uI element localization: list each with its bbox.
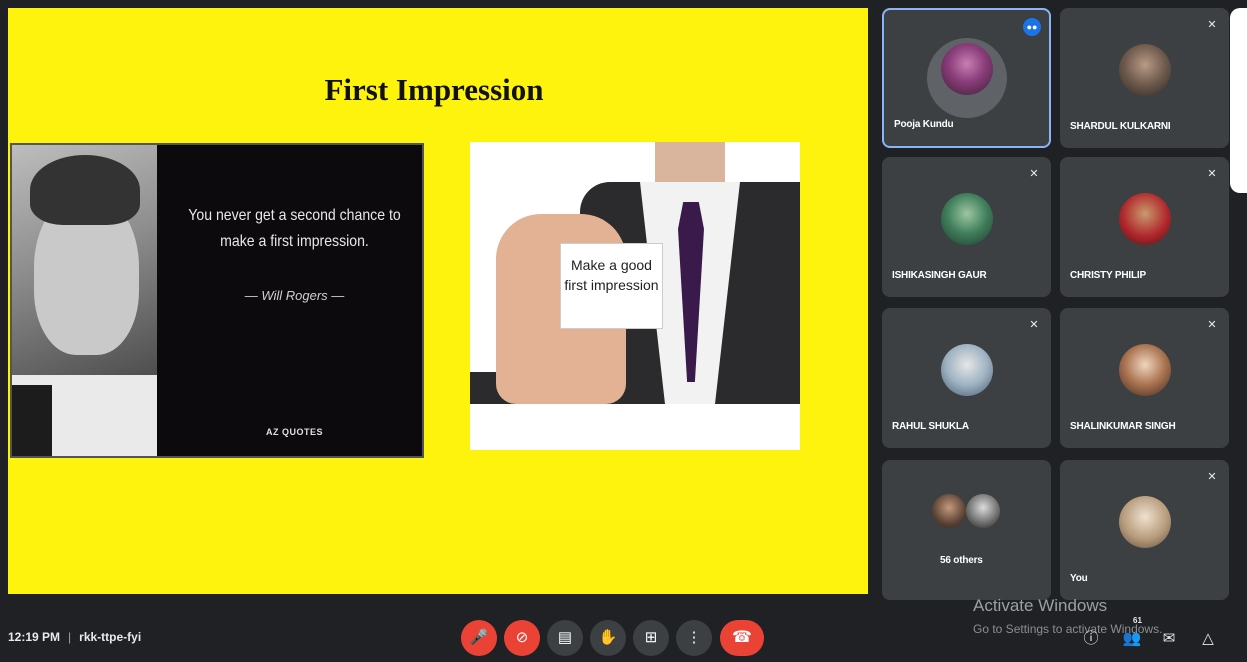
avatar	[966, 494, 1000, 528]
chat-button[interactable]: ✉	[1158, 628, 1180, 650]
avatar	[1118, 495, 1171, 548]
avatar	[1118, 192, 1171, 245]
participant-name: 56 others	[940, 555, 983, 566]
mic-off-icon: 🎤	[469, 629, 489, 646]
mic-off-icon: ✕	[1029, 168, 1039, 180]
activation-watermark-title: Activate Windows	[973, 596, 1108, 615]
meet-window: First Impression You never get a second …	[0, 0, 1247, 662]
participant-tile-others[interactable]: 56 others	[882, 460, 1051, 600]
meeting-code[interactable]: rkk-ttpe-fyi	[79, 630, 141, 644]
business-card-image: Make a good first impression	[470, 142, 800, 450]
people-button[interactable]: 👥	[1121, 628, 1143, 650]
raise-hand-button[interactable]: ✋	[590, 620, 626, 656]
card-text: Make a good first impression	[560, 243, 663, 329]
present-button[interactable]: ⊞	[633, 620, 669, 656]
participant-tile-shalinkumar-singh[interactable]: ✕ SHALINKUMAR SINGH	[1060, 308, 1229, 448]
mic-off-icon: ✕	[1207, 319, 1217, 331]
participant-tile-ishikasingh-gaur[interactable]: ✕ ISHIKASINGH GAUR	[882, 157, 1051, 297]
participant-name: RAHUL SHUKLA	[892, 421, 969, 432]
activities-button[interactable]: △	[1197, 628, 1219, 650]
mic-off-icon: ✕	[1207, 471, 1217, 483]
activities-icon: △	[1202, 630, 1214, 647]
quote-image: You never get a second chance to make a …	[10, 143, 424, 458]
avatar	[940, 343, 993, 396]
more-vert-icon: ⋮	[686, 629, 702, 646]
participant-name: SHALINKUMAR SINGH	[1070, 421, 1176, 432]
captions-button[interactable]: ▤	[547, 620, 583, 656]
avatar	[1118, 343, 1171, 396]
mic-off-icon: ✕	[1207, 19, 1217, 31]
chat-icon: ✉	[1162, 630, 1176, 647]
participant-name: Pooja Kundu	[894, 119, 954, 130]
participant-name: SHARDUL KULKARNI	[1070, 121, 1171, 132]
portrait-photo	[12, 145, 157, 456]
mic-off-icon: ✕	[1029, 319, 1039, 331]
captions-icon: ▤	[557, 629, 573, 646]
avatar	[1118, 43, 1171, 96]
leave-call-button[interactable]: ☎	[720, 620, 764, 656]
participant-tile-you[interactable]: ✕ You	[1060, 460, 1229, 600]
participant-tile-christy-philip[interactable]: ✕ CHRISTY PHILIP	[1060, 157, 1229, 297]
participant-tile-pooja-kundu[interactable]: ●● Pooja Kundu	[882, 8, 1051, 148]
participant-name: You	[1070, 573, 1088, 584]
avatar	[932, 494, 966, 528]
slide-title: First Impression	[324, 72, 544, 107]
meeting-details-button[interactable]: ⓘ	[1080, 628, 1102, 650]
camera-toggle-button[interactable]: ⊘	[504, 620, 540, 656]
info-icon: ⓘ	[1083, 630, 1099, 647]
camera-off-icon: ⊘	[515, 629, 529, 646]
meeting-info: 12:19 PM | rkk-ttpe-fyi	[8, 630, 141, 644]
mic-toggle-button[interactable]: 🎤	[461, 620, 497, 656]
participant-name: ISHIKASINGH GAUR	[892, 270, 987, 281]
participant-count-badge: 61	[1133, 616, 1142, 625]
people-icon: 👥	[1122, 630, 1142, 647]
speaking-icon: ●●	[1023, 18, 1041, 36]
phone-hangup-icon: ☎	[732, 629, 752, 646]
present-icon: ⊞	[644, 629, 658, 646]
mic-off-icon: ✕	[1207, 168, 1217, 180]
participant-name: CHRISTY PHILIP	[1070, 270, 1146, 281]
side-panel-edge	[1230, 8, 1247, 193]
participant-tile-shardul-kulkarni[interactable]: ✕ SHARDUL KULKARNI	[1060, 8, 1229, 148]
avatar	[940, 192, 993, 245]
more-options-button[interactable]: ⋮	[676, 620, 712, 656]
quote-author: — Will Rogers —	[244, 288, 345, 303]
quote-text: You never get a second chance to make a …	[188, 207, 401, 250]
meeting-time: 12:19 PM	[8, 630, 61, 644]
participant-tile-rahul-shukla[interactable]: ✕ RAHUL SHUKLA	[882, 308, 1051, 448]
hand-icon: ✋	[598, 629, 618, 646]
separator: |	[68, 630, 72, 644]
quote-brand: AZ QUOTES	[265, 427, 323, 437]
avatar	[940, 43, 993, 96]
